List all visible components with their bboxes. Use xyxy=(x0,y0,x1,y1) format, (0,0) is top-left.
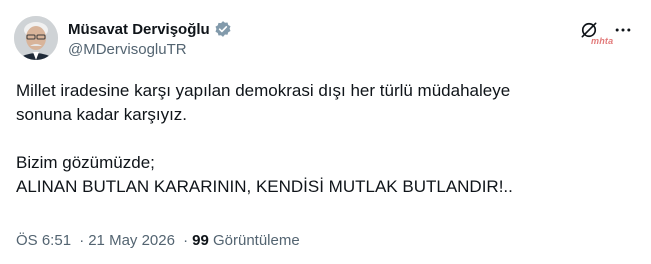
handle[interactable]: @MDervisogluTR xyxy=(68,41,232,58)
tweet-meta: ÖS 6:51 · 21 May 2026 · 99 Görüntüleme xyxy=(16,232,300,249)
meta-separator: · xyxy=(79,232,85,249)
tweet-line: sonuna kadar karşıyız. xyxy=(16,105,188,124)
author-info: Müsavat Dervişoğlu @MDervisogluTR xyxy=(68,19,232,58)
paragraph-break xyxy=(16,127,636,151)
watermark: mhta xyxy=(591,36,614,46)
views-label: Görüntüleme xyxy=(212,232,300,249)
avatar-image xyxy=(14,16,58,60)
tweet-line: ALINAN BUTLAN KARARININ, KENDİSİ MUTLAK … xyxy=(16,177,513,196)
views-count: 99 xyxy=(192,232,209,249)
display-name[interactable]: Müsavat Dervişoğlu xyxy=(68,21,210,38)
verified-badge-icon xyxy=(214,20,232,38)
tweet-time[interactable]: ÖS 6:51 xyxy=(16,232,71,249)
tweet-date[interactable]: 21 May 2026 xyxy=(88,232,175,249)
meta-separator: · xyxy=(183,232,189,249)
tweet-text: Millet iradesine karşı yapılan demokrasi… xyxy=(16,79,636,199)
more-options-icon[interactable] xyxy=(613,20,633,40)
name-row: Müsavat Dervişoğlu xyxy=(68,19,232,39)
tweet-card: Müsavat Dervişoğlu @MDervisogluTR mhta M… xyxy=(0,0,651,264)
tweet-line: Millet iradesine karşı yapılan demokrasi… xyxy=(16,81,511,100)
avatar[interactable] xyxy=(14,16,58,60)
tweet-line: Bizim gözümüzde; xyxy=(16,153,155,172)
